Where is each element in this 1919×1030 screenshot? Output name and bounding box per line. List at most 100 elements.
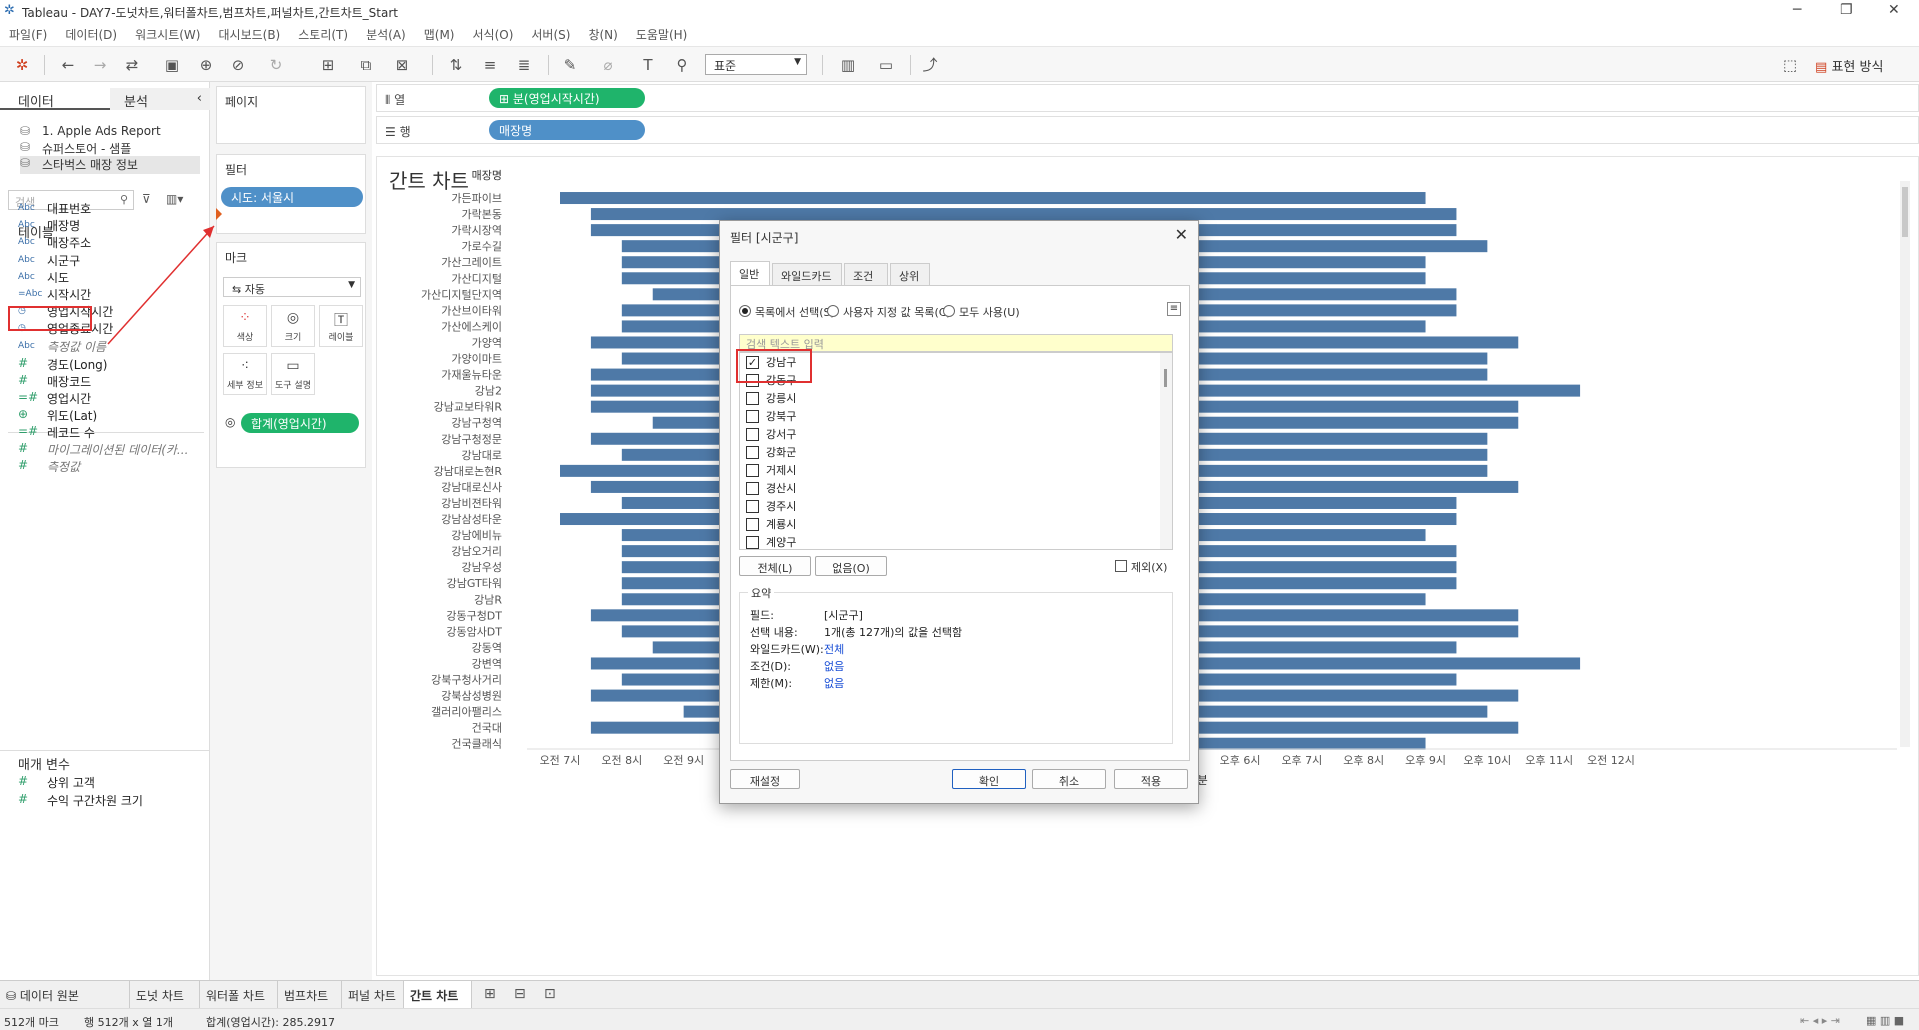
label-button[interactable]: 🅃 레이블 <box>319 305 363 347</box>
ok-button[interactable]: 확인 <box>952 769 1026 789</box>
field-item[interactable]: # 수익 구간차원 크기 <box>18 792 203 812</box>
reset-button[interactable]: 재설정 <box>730 769 800 789</box>
menu-item[interactable]: 서버(S) <box>522 22 579 43</box>
sort-asc-icon[interactable]: ≡ <box>480 55 500 75</box>
list-menu-icon[interactable]: ≡ <box>1167 302 1181 316</box>
dialog-tab[interactable]: 상위 <box>890 263 930 285</box>
gantt-bar[interactable] <box>590 208 1457 221</box>
menu-item[interactable]: 도움말(H) <box>627 22 697 43</box>
value-list-item[interactable]: 거제시 <box>746 462 796 480</box>
tableau-home-icon[interactable]: ✲ <box>12 55 32 75</box>
sheet-tab[interactable]: 도넛 차트 <box>130 981 200 1008</box>
minimize-icon[interactable]: ─ <box>1793 2 1801 18</box>
undo-icon[interactable]: ← <box>58 55 78 75</box>
menu-item[interactable]: 파일(F) <box>0 22 56 43</box>
pause-updates-icon[interactable]: ⊘ <box>228 55 248 75</box>
field-item[interactable]: # 상위 고객 <box>18 774 203 794</box>
exclude-checkbox[interactable]: 제외(X) <box>1115 559 1167 575</box>
tooltip-button[interactable]: ▭ 도구 설명 <box>271 353 315 395</box>
dialog-tab[interactable]: 와일드카드 <box>772 263 842 285</box>
field-item[interactable]: # 측정값 <box>18 458 203 478</box>
show-me-button[interactable]: ▤ 표현 방식 <box>1815 56 1883 75</box>
save-icon[interactable]: ▣ <box>162 55 182 75</box>
value-list-item[interactable]: 강릉시 <box>746 390 796 408</box>
swap-rows-cols-icon[interactable]: ⇅ <box>446 55 466 75</box>
menu-item[interactable]: 분석(A) <box>357 22 415 43</box>
menu-item[interactable]: 서식(O) <box>464 22 523 43</box>
share-icon[interactable]: ⤴ <box>920 55 940 75</box>
new-datasource-icon[interactable]: ⊕ <box>196 55 216 75</box>
filters-card[interactable]: 필터 시도: 서울시 <box>216 154 366 234</box>
columns-pill[interactable]: ⊞ 분(영업시작시간) <box>489 88 645 108</box>
summary-value[interactable]: 없음 <box>824 675 844 691</box>
new-worksheet-icon[interactable]: ⊞ <box>318 55 338 75</box>
size-pill[interactable]: 합계(영업시간) <box>241 413 359 433</box>
redo-icon[interactable]: → <box>90 55 110 75</box>
menu-item[interactable]: 창(N) <box>579 22 626 43</box>
chart-scrollbar[interactable] <box>1900 181 1910 747</box>
select-none-button[interactable]: 없음(O) <box>815 556 887 576</box>
chart-scrollbar-thumb[interactable] <box>1902 187 1908 237</box>
new-sheet-icon[interactable]: ⊞ <box>484 986 496 1002</box>
pages-card[interactable]: 페이지 <box>216 86 366 144</box>
list-scrollbar[interactable] <box>1160 353 1172 549</box>
value-list-item[interactable]: 강화군 <box>746 444 796 462</box>
dialog-tab[interactable]: 일반 <box>730 261 770 285</box>
clear-sheet-icon[interactable]: ⊠ <box>392 55 412 75</box>
close-icon[interactable]: ✕ <box>1175 225 1188 244</box>
new-story-icon[interactable]: ⊡ <box>544 986 556 1002</box>
value-list-item[interactable]: 계룡시 <box>746 516 796 534</box>
gantt-bar[interactable] <box>560 192 1426 205</box>
menu-item[interactable]: 맵(M) <box>415 22 464 43</box>
rows-shelf[interactable]: ☰ 행 매장명 <box>376 116 1919 144</box>
value-list-item[interactable]: 강북구 <box>746 408 796 426</box>
dialog-tab[interactable]: 조건 <box>844 263 888 285</box>
selection-mode-radio[interactable]: 목록에서 선택(S) <box>739 304 835 320</box>
rows-pill[interactable]: 매장명 <box>489 120 645 140</box>
sheet-tab[interactable]: 워터폴 차트 <box>200 981 278 1008</box>
menu-item[interactable]: 데이터(D) <box>56 22 126 43</box>
color-button[interactable]: ⁘ 색상 <box>223 305 267 347</box>
show-labels-icon[interactable]: T <box>638 55 658 75</box>
value-list-item[interactable]: 계양구 <box>746 534 796 549</box>
sheet-tab[interactable]: 간트 차트 <box>404 981 472 1008</box>
summary-value[interactable]: 전체 <box>824 641 844 657</box>
cancel-button[interactable]: 취소 <box>1032 769 1106 789</box>
close-window-icon[interactable]: ✕ <box>1888 2 1900 18</box>
field-item[interactable]: Abc 측정값 이름 <box>18 338 203 358</box>
show-cards-icon[interactable]: ▥ <box>838 55 858 75</box>
select-all-button[interactable]: 전체(L) <box>739 556 811 576</box>
duplicate-sheet-icon[interactable]: ⧉ <box>356 55 376 75</box>
detail-button[interactable]: ⁖ 세부 정보 <box>223 353 267 395</box>
sort-desc-icon[interactable]: ≣ <box>514 55 534 75</box>
sheet-tab[interactable]: 퍼널 차트 <box>342 981 404 1008</box>
status-nav-icons[interactable]: ⇤ ◂ ▸ ⇥ <box>1800 1014 1840 1027</box>
presentation-icon[interactable]: ▭ <box>876 55 896 75</box>
mark-type-dropdown[interactable]: ⇆ 자동 ▼ <box>223 277 361 297</box>
new-dashboard-icon[interactable]: ⊟ <box>514 986 526 1002</box>
menu-item[interactable]: 대시보드(B) <box>209 22 289 43</box>
fit-dropdown[interactable]: 표준 ▼ <box>705 54 807 75</box>
sheet-tab[interactable]: 범프차트 <box>278 981 342 1008</box>
menu-item[interactable]: 워크시트(W) <box>126 22 209 43</box>
size-button[interactable]: ◎ 크기 <box>271 305 315 347</box>
value-list-item[interactable]: 강서구 <box>746 426 796 444</box>
value-list-item[interactable]: 경주시 <box>746 498 796 516</box>
tab-data[interactable]: 데이터 <box>0 88 110 110</box>
filter-pill-sido[interactable]: 시도: 서울시 <box>221 187 363 207</box>
fix-axes-icon[interactable]: ⚲ <box>672 55 692 75</box>
status-view-icons[interactable]: ▦ ▥ ■ <box>1866 1014 1904 1027</box>
list-scrollbar-thumb[interactable] <box>1164 369 1167 387</box>
selection-mode-radio[interactable]: 모두 사용(U) <box>943 304 1020 320</box>
refresh-icon[interactable]: ↻ <box>266 55 286 75</box>
replay-icon[interactable]: ⇄ <box>122 55 142 75</box>
selection-mode-radio[interactable]: 사용자 지정 값 목록(C) <box>827 304 951 320</box>
format-painter-icon[interactable]: ⬚ <box>1780 55 1800 75</box>
highlight-icon[interactable]: ✎ <box>560 55 580 75</box>
summary-value[interactable]: 없음 <box>824 658 844 674</box>
columns-shelf[interactable]: ⦀ 열 ⊞ 분(영업시작시간) <box>376 84 1919 112</box>
datasource-tab[interactable]: ⛁ 데이터 원본 <box>0 981 130 1008</box>
apply-button[interactable]: 적용 <box>1114 769 1188 789</box>
menu-item[interactable]: 스토리(T) <box>289 22 357 43</box>
tab-analysis[interactable]: 분석 ‹ <box>110 88 210 110</box>
